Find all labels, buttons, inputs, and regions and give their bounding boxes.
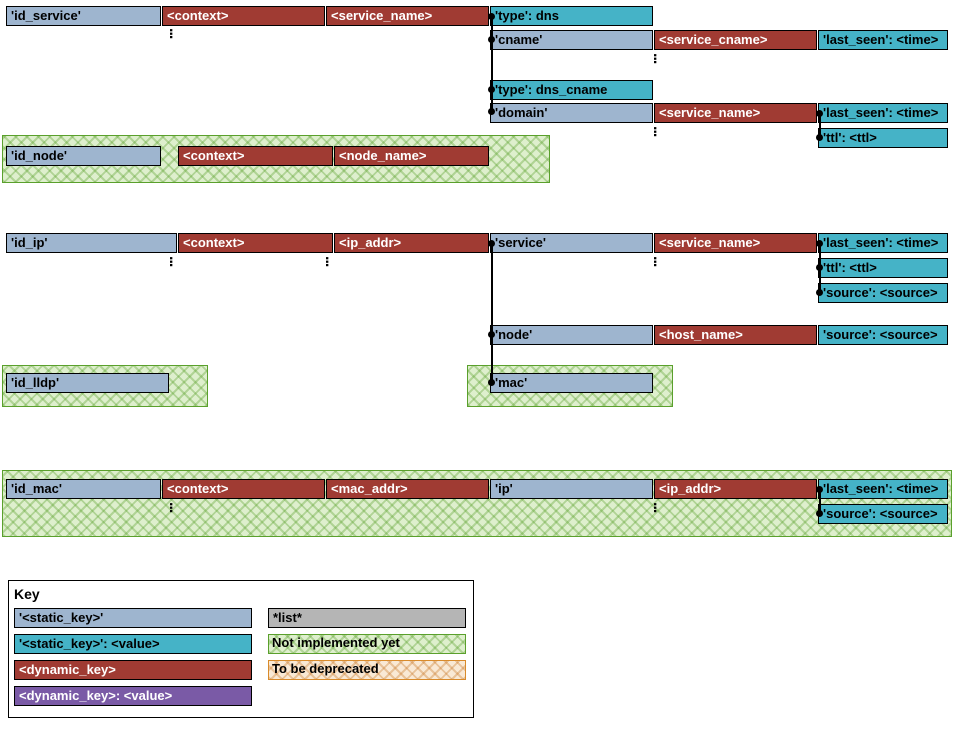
legend-static-key-value: '<static_key>': <value> xyxy=(14,634,252,654)
cell-context-3: <context> xyxy=(178,233,333,253)
cell-ttl-1: 'ttl': <ttl> xyxy=(818,128,948,148)
cell-id-ip: 'id_ip' xyxy=(6,233,177,253)
cell-id-service: 'id_service' xyxy=(6,6,161,26)
connector-dot xyxy=(488,240,495,247)
continuation-dots: ... xyxy=(165,28,183,38)
cell-ip: 'ip' xyxy=(490,479,653,499)
cell-service-name-3: <service_name> xyxy=(654,233,817,253)
continuation-dots: ... xyxy=(165,502,183,512)
cell-id-node: 'id_node' xyxy=(6,146,161,166)
cell-type-dns-cname: 'type': dns_cname xyxy=(490,80,653,100)
cell-context-2: <context> xyxy=(178,146,333,166)
cell-last-seen-3: 'last_seen': <time> xyxy=(818,233,948,253)
cell-context-4: <context> xyxy=(162,479,325,499)
cell-domain: 'domain' xyxy=(490,103,653,123)
cell-host-name: <host_name> xyxy=(654,325,817,345)
legend-not-implemented: Not implemented yet xyxy=(272,635,400,650)
continuation-dots: ... xyxy=(649,53,667,63)
cell-last-seen-2: 'last_seen': <time> xyxy=(818,103,948,123)
continuation-dots: ... xyxy=(649,256,667,266)
cell-ip-addr-2: <ip_addr> xyxy=(654,479,817,499)
connector-dot xyxy=(816,264,823,271)
cell-service-cname: <service_cname> xyxy=(654,30,817,50)
connector-dot xyxy=(816,289,823,296)
connector-dot xyxy=(816,240,823,247)
continuation-dots: ... xyxy=(649,126,667,136)
cell-source-1: 'source': <source> xyxy=(818,283,948,303)
connector-dot xyxy=(816,486,823,493)
cell-node: 'node' xyxy=(490,325,653,345)
cell-node-name: <node_name> xyxy=(334,146,489,166)
connector-dot xyxy=(488,36,495,43)
cell-service-name-2: <service_name> xyxy=(654,103,817,123)
connector-dot xyxy=(816,510,823,517)
continuation-dots: ... xyxy=(321,256,339,266)
connector-dot xyxy=(488,379,495,386)
legend-static-key: '<static_key>' xyxy=(14,608,252,628)
connector-dot xyxy=(488,86,495,93)
connector-dot xyxy=(816,110,823,117)
connector-line xyxy=(491,16,493,110)
legend-title: Key xyxy=(14,586,40,602)
connector-dot xyxy=(488,13,495,20)
cell-service: 'service' xyxy=(490,233,653,253)
cell-mac-addr: <mac_addr> xyxy=(326,479,489,499)
cell-service-name: <service_name> xyxy=(326,6,489,26)
cell-cname: 'cname' xyxy=(490,30,653,50)
legend-dynamic-key: <dynamic_key> xyxy=(14,660,252,680)
cell-source-2: 'source': <source> xyxy=(818,325,948,345)
cell-mac: 'mac' xyxy=(490,373,653,393)
legend-list: *list* xyxy=(268,608,466,628)
cell-ttl-2: 'ttl': <ttl> xyxy=(818,258,948,278)
cell-id-mac: 'id_mac' xyxy=(6,479,161,499)
continuation-dots: ... xyxy=(649,502,667,512)
cell-type-dns: 'type': dns xyxy=(490,6,653,26)
connector-line xyxy=(491,243,493,381)
connector-dot xyxy=(816,134,823,141)
cell-last-seen-4: 'last_seen': <time> xyxy=(818,479,948,499)
cell-source-3: 'source': <source> xyxy=(818,504,948,524)
cell-id-lldp: 'id_lldp' xyxy=(6,373,169,393)
continuation-dots: ... xyxy=(165,256,183,266)
cell-context: <context> xyxy=(162,6,325,26)
legend-deprecated: To be deprecated xyxy=(272,661,379,676)
legend-dynamic-key-value: <dynamic_key>: <value> xyxy=(14,686,252,706)
cell-last-seen-1: 'last_seen': <time> xyxy=(818,30,948,50)
cell-ip-addr: <ip_addr> xyxy=(334,233,489,253)
connector-dot xyxy=(488,108,495,115)
connector-dot xyxy=(488,331,495,338)
